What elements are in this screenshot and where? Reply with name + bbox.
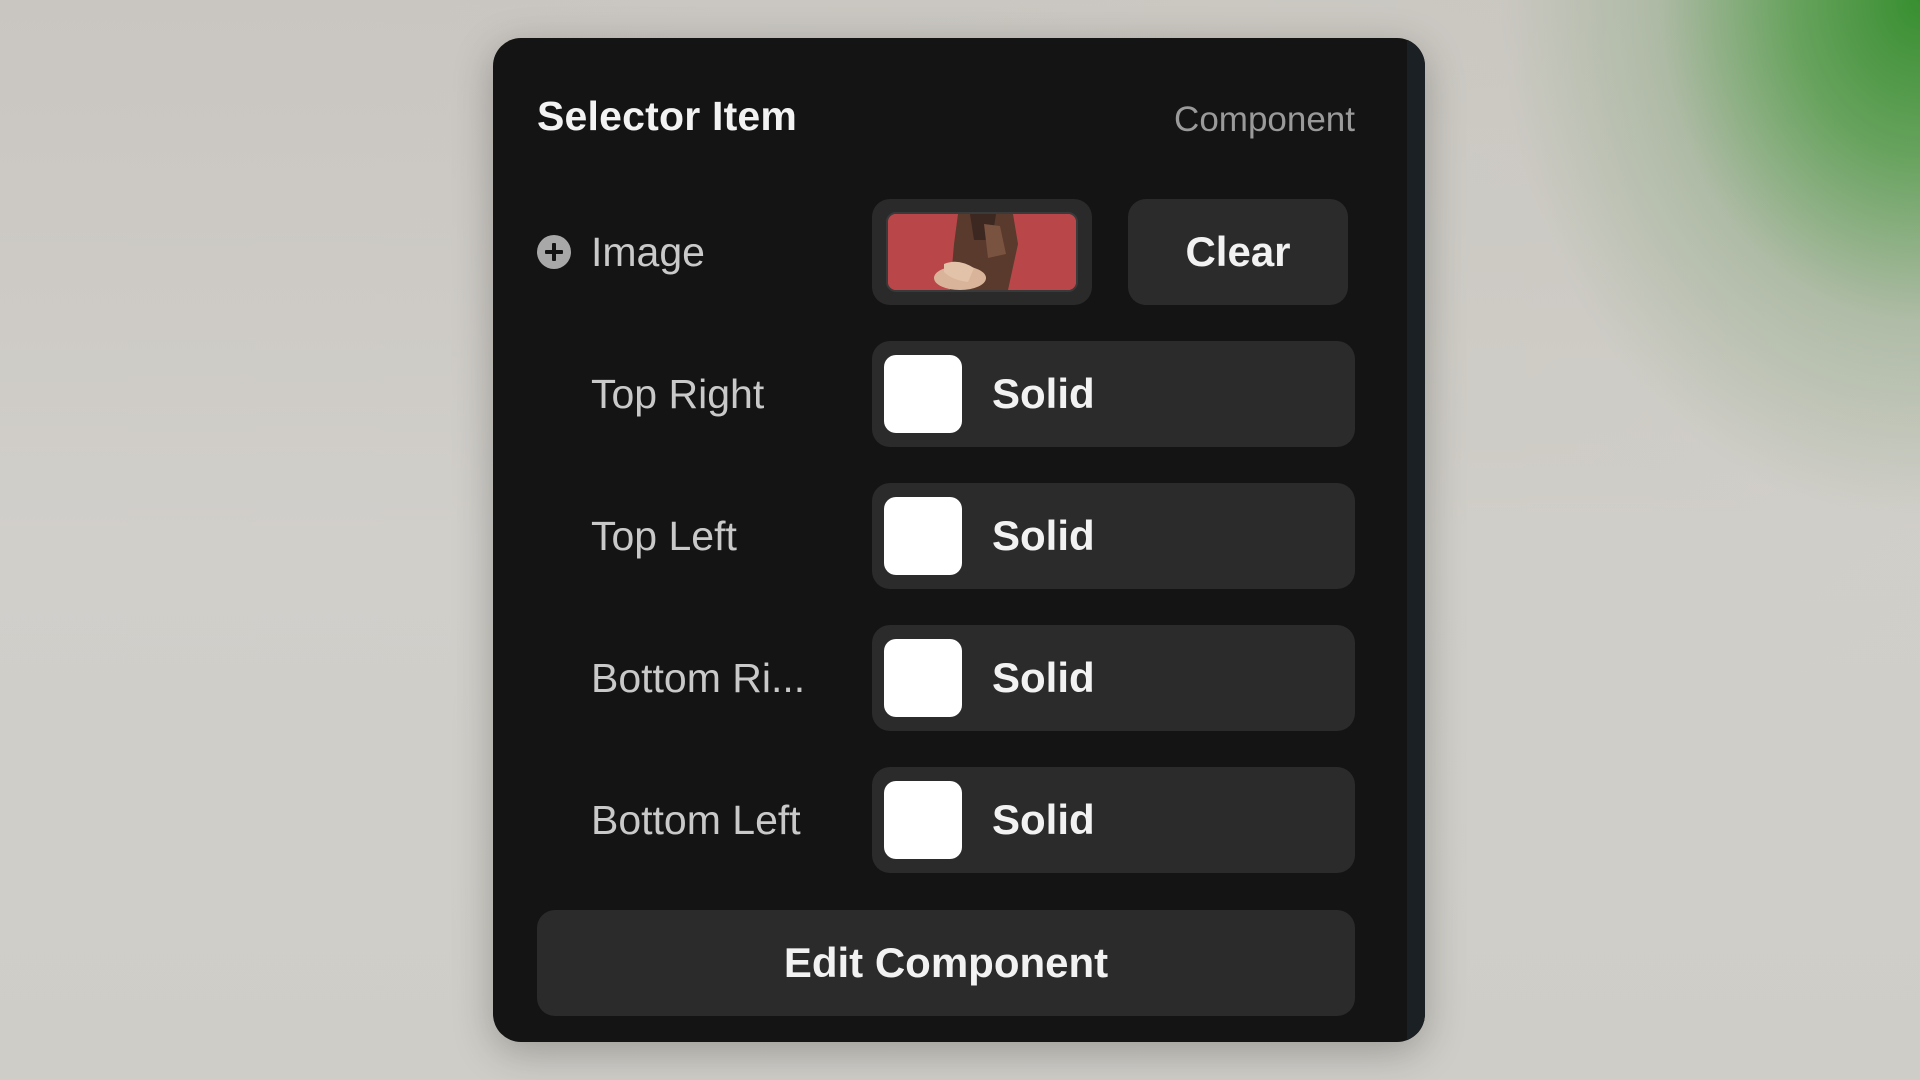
image-label: Image [591, 228, 705, 275]
fill-control-bottom-right[interactable]: Solid [872, 625, 1355, 731]
color-swatch[interactable] [884, 781, 962, 859]
panel-subtitle: Component [1174, 100, 1355, 139]
fill-row-label: Top Left [591, 512, 737, 559]
fill-row-label: Bottom Left [591, 796, 801, 843]
selector-item-panel: Selector Item Component Image Clear Top … [493, 38, 1425, 1042]
color-swatch[interactable] [884, 497, 962, 575]
image-thumbnail[interactable] [886, 212, 1078, 292]
fill-row-bottom-right: Bottom Ri... Solid [537, 625, 1355, 731]
fill-row-label: Top Right [591, 370, 765, 417]
edit-component-button[interactable]: Edit Component [537, 910, 1355, 1016]
fill-row-bottom-left: Bottom Left Solid [537, 767, 1355, 873]
fill-type-label: Solid [992, 370, 1095, 417]
clear-button[interactable]: Clear [1128, 199, 1348, 305]
fill-row-top-left: Top Left Solid [537, 483, 1355, 589]
panel-scroll-edge [1407, 38, 1425, 1042]
fill-row-top-right: Top Right Solid [537, 341, 1355, 447]
fill-control-bottom-left[interactable]: Solid [872, 767, 1355, 873]
plus-circle-icon[interactable] [537, 235, 571, 269]
fill-type-label: Solid [992, 512, 1095, 559]
fill-type-label: Solid [992, 654, 1095, 701]
fill-control-top-left[interactable]: Solid [872, 483, 1355, 589]
panel-title: Selector Item [537, 92, 798, 139]
fill-row-label: Bottom Ri... [591, 654, 806, 701]
color-swatch[interactable] [884, 639, 962, 717]
fill-type-label: Solid [992, 796, 1095, 843]
color-swatch[interactable] [884, 355, 962, 433]
thumbnail-photo [888, 214, 1076, 290]
panel-header: Selector Item Component [537, 86, 1355, 146]
image-label-group[interactable]: Image [537, 229, 872, 276]
image-row: Image Clear [537, 199, 1355, 305]
fill-control-top-right[interactable]: Solid [872, 341, 1355, 447]
image-thumbnail-well[interactable] [872, 199, 1092, 305]
